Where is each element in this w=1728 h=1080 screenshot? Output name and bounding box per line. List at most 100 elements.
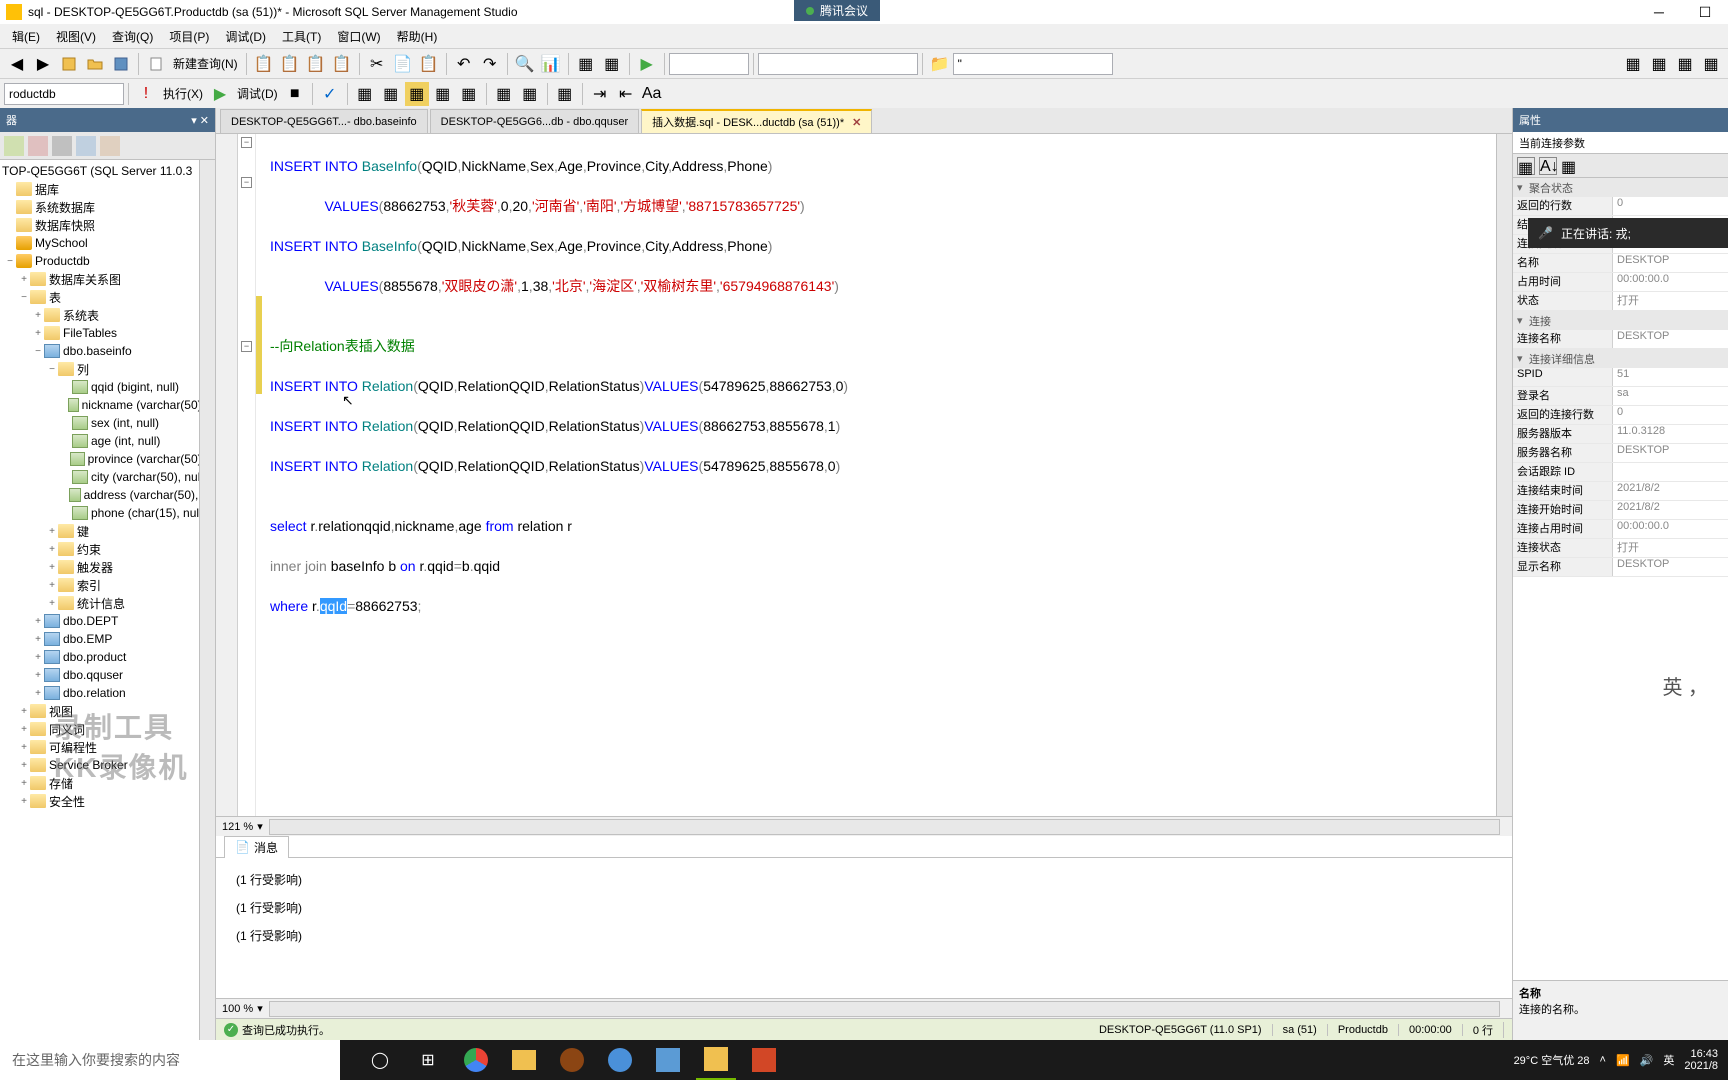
refresh-icon[interactable] xyxy=(76,136,96,156)
tree-node[interactable]: +Service Broker xyxy=(0,756,215,774)
maximize-button[interactable]: ☐ xyxy=(1682,0,1728,24)
tencent-meeting-badge[interactable]: 腾讯会议 xyxy=(794,0,880,21)
run-button[interactable]: ▶ xyxy=(635,52,659,76)
object-tree[interactable]: TOP-QE5GG6T (SQL Server 11.0.3 据库系统数据库数据… xyxy=(0,160,215,1040)
tb-btn-6[interactable]: 📊 xyxy=(539,52,563,76)
tree-scrollbar[interactable] xyxy=(199,160,215,1040)
app-icon-2[interactable] xyxy=(600,1040,640,1080)
tb-btn-2[interactable]: 📋 xyxy=(278,52,302,76)
taskbar-search[interactable]: 在这里输入你要搜索的内容 xyxy=(0,1040,340,1080)
tb-btn-9[interactable]: 📁 xyxy=(928,52,952,76)
indent-button[interactable]: ⇥ xyxy=(588,82,612,106)
tree-node[interactable]: 数据库快照 xyxy=(0,216,215,234)
tree-node[interactable]: age (int, null) xyxy=(0,432,215,450)
messages-tab[interactable]: 📄 消息 xyxy=(224,836,289,858)
new-query-icon[interactable] xyxy=(144,52,168,76)
tb-btn-3[interactable]: 📋 xyxy=(304,52,328,76)
tree-node[interactable]: address (varchar(50), nu xyxy=(0,486,215,504)
sql-editor[interactable]: − − − INSERT INTO BaseInfo(QQID,NickName… xyxy=(216,134,1512,816)
new-project-button[interactable] xyxy=(57,52,81,76)
tray-chevron-icon[interactable]: ˄ xyxy=(1600,1054,1606,1066)
tb-btn-5[interactable]: 🔍 xyxy=(513,52,537,76)
task-view-icon[interactable]: ◯ xyxy=(360,1040,400,1080)
execute-button[interactable]: 执行(X) xyxy=(159,85,207,102)
tab-insert-sql[interactable]: 插入数据.sql - DESK...ductdb (sa (51))*✕ xyxy=(641,109,872,133)
categorize-icon[interactable]: ▦ xyxy=(1517,157,1535,175)
clock-time[interactable]: 16:43 xyxy=(1684,1048,1718,1060)
tb-combo-1[interactable] xyxy=(669,53,749,75)
property-row[interactable]: 连接开始时间2021/8/2 xyxy=(1513,501,1728,520)
minimize-button[interactable]: ─ xyxy=(1636,0,1682,24)
property-row[interactable]: 占用时间00:00:00.0 xyxy=(1513,273,1728,292)
property-row[interactable]: 服务器名称DESKTOP xyxy=(1513,444,1728,463)
property-row[interactable]: 名称DESKTOP xyxy=(1513,254,1728,273)
tree-root[interactable]: TOP-QE5GG6T (SQL Server 11.0.3 xyxy=(0,162,215,180)
close-icon[interactable]: ✕ xyxy=(852,116,861,129)
tb2-btn-5[interactable]: ▦ xyxy=(492,82,516,106)
tb-btn-1[interactable]: 📋 xyxy=(252,52,276,76)
tb2-btn-7[interactable]: ▦ xyxy=(553,82,577,106)
tree-node[interactable]: +dbo.relation xyxy=(0,684,215,702)
copy-button[interactable]: 📄 xyxy=(391,52,415,76)
tree-node[interactable]: 系统数据库 xyxy=(0,198,215,216)
menu-debug[interactable]: 调试(D) xyxy=(217,26,274,47)
redo-button[interactable]: ↷ xyxy=(478,52,502,76)
tree-node[interactable]: +dbo.EMP xyxy=(0,630,215,648)
tree-node[interactable]: phone (char(15), null) xyxy=(0,504,215,522)
back-button[interactable]: ◀ xyxy=(5,52,29,76)
fold-icon[interactable]: − xyxy=(241,177,252,188)
debug-button[interactable]: 调试(D) xyxy=(233,85,282,102)
tree-node[interactable]: −列 xyxy=(0,360,215,378)
tree-node[interactable]: +存储 xyxy=(0,774,215,792)
tree-node[interactable]: +触发器 xyxy=(0,558,215,576)
tree-node[interactable]: +可编程性 xyxy=(0,738,215,756)
tree-node[interactable]: +视图 xyxy=(0,702,215,720)
property-category[interactable]: ▾连接 xyxy=(1513,311,1728,330)
cortana-icon[interactable]: ⊞ xyxy=(408,1040,448,1080)
app-icon-1[interactable] xyxy=(552,1040,592,1080)
tree-node[interactable]: +数据库关系图 xyxy=(0,270,215,288)
menu-project[interactable]: 项目(P) xyxy=(161,26,217,47)
tree-node[interactable]: sex (int, null) xyxy=(0,414,215,432)
tree-node[interactable]: +FileTables xyxy=(0,324,215,342)
zoom-dropdown-icon[interactable]: ▾ xyxy=(257,820,263,833)
volume-icon[interactable]: 🔊 xyxy=(1640,1054,1654,1067)
ime-indicator[interactable]: 英 xyxy=(1663,1052,1674,1068)
tree-node[interactable]: nickname (varchar(50), n xyxy=(0,396,215,414)
explorer-icon[interactable] xyxy=(504,1040,544,1080)
property-row[interactable]: 连接状态打开 xyxy=(1513,539,1728,558)
stop-icon[interactable] xyxy=(52,136,72,156)
paste-button[interactable]: 📋 xyxy=(417,52,441,76)
clock-date[interactable]: 2021/8 xyxy=(1684,1060,1718,1072)
menu-help[interactable]: 帮助(H) xyxy=(389,26,446,47)
ssms-icon[interactable] xyxy=(696,1040,736,1080)
property-row[interactable]: 会话跟踪 ID xyxy=(1513,463,1728,482)
tb2-btn-6[interactable]: ▦ xyxy=(518,82,542,106)
parse-button[interactable]: ✓ xyxy=(318,82,342,106)
tb-btn-8[interactable]: ▦ xyxy=(600,52,624,76)
forward-button[interactable]: ▶ xyxy=(31,52,55,76)
open-button[interactable] xyxy=(83,52,107,76)
tb-btn-13[interactable]: ▦ xyxy=(1699,52,1723,76)
app-icon-3[interactable] xyxy=(648,1040,688,1080)
property-row[interactable]: SPID51 xyxy=(1513,368,1728,387)
panel-close-icon[interactable]: ▾ ✕ xyxy=(191,114,209,127)
property-row[interactable]: 显示名称DESKTOP xyxy=(1513,558,1728,577)
tree-node[interactable]: −Productdb xyxy=(0,252,215,270)
outdent-button[interactable]: ⇤ xyxy=(614,82,638,106)
sort-icon[interactable]: A↓ xyxy=(1539,157,1557,175)
tree-node[interactable]: +键 xyxy=(0,522,215,540)
property-row[interactable]: 返回的行数0 xyxy=(1513,197,1728,216)
tb2-btn-4[interactable]: ▦ xyxy=(457,82,481,106)
messages-pane[interactable]: (1 行受影响) (1 行受影响) (1 行受影响) xyxy=(216,858,1512,998)
horizontal-scrollbar-2[interactable] xyxy=(269,1001,1500,1017)
property-row[interactable]: 返回的连接行数0 xyxy=(1513,406,1728,425)
stop-button[interactable]: ■ xyxy=(283,82,307,106)
fold-icon[interactable]: − xyxy=(241,137,252,148)
tb-btn-10[interactable]: ▦ xyxy=(1621,52,1645,76)
property-row[interactable]: 连接占用时间00:00:00.0 xyxy=(1513,520,1728,539)
menu-window[interactable]: 窗口(W) xyxy=(329,26,388,47)
tb2-btn-3[interactable]: ▦ xyxy=(431,82,455,106)
chrome-icon[interactable] xyxy=(456,1040,496,1080)
tree-node[interactable]: +约束 xyxy=(0,540,215,558)
